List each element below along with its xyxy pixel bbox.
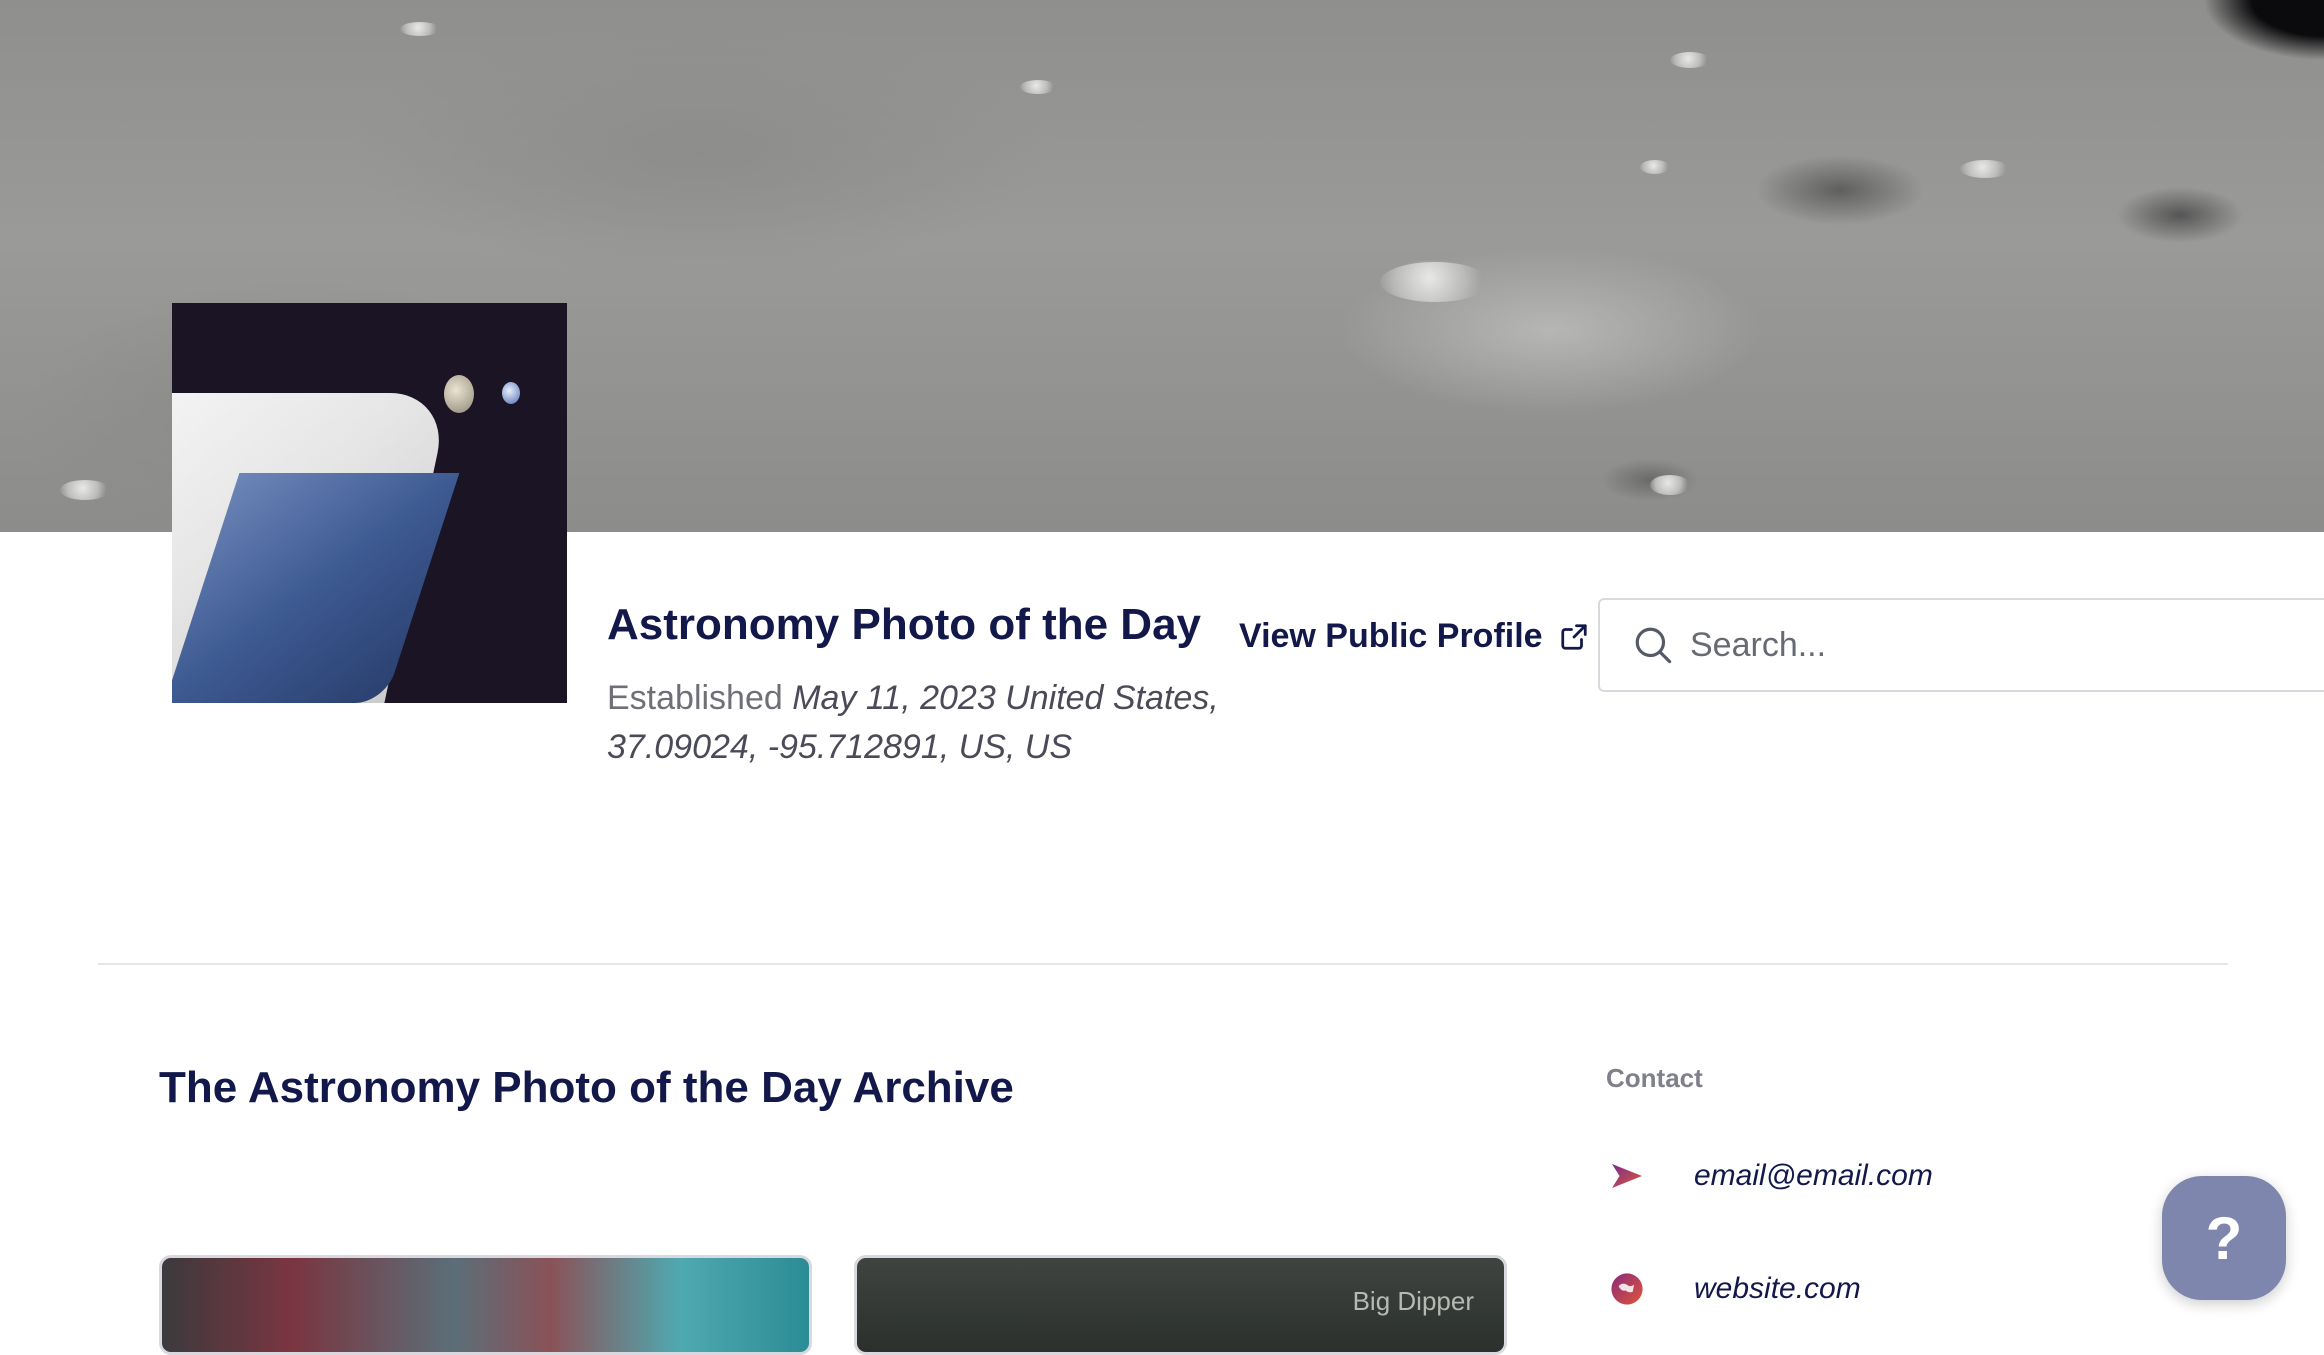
send-icon <box>1606 1155 1648 1197</box>
contact-website-text: website.com <box>1694 1272 1861 1305</box>
crater <box>400 22 440 36</box>
crater <box>1960 160 2010 178</box>
search-icon <box>1635 627 1672 664</box>
external-link-icon <box>1560 623 1587 650</box>
contact-label: Contact <box>1606 1063 1703 1093</box>
organization-meta: Established May 11, 2023 United States, … <box>607 674 1227 772</box>
archive-card-label: Big Dipper <box>1352 1286 1474 1316</box>
moon-illustration <box>444 375 474 413</box>
page-title: Astronomy Photo of the Day <box>607 600 1202 649</box>
crater <box>1670 52 1710 68</box>
crater <box>1650 475 1690 495</box>
contact-email-text: email@email.com <box>1694 1159 1933 1192</box>
archive-card[interactable] <box>159 1255 812 1355</box>
help-button-label: ? <box>2205 1204 2243 1272</box>
view-public-profile-label: View Public Profile <box>1239 617 1543 655</box>
globe-icon <box>1606 1268 1648 1310</box>
crater <box>1640 160 1670 174</box>
archive-card[interactable]: Big Dipper <box>854 1255 1507 1355</box>
established-label: Established <box>607 679 783 717</box>
contact-website[interactable]: website.com <box>1606 1268 1861 1310</box>
organization-avatar <box>172 303 567 703</box>
crater <box>60 480 110 500</box>
contact-email[interactable]: email@email.com <box>1606 1155 1933 1197</box>
space-corner <box>2184 0 2324 70</box>
archive-title: The Astronomy Photo of the Day Archive <box>159 1063 1014 1112</box>
crater <box>1020 80 1056 94</box>
earth-illustration <box>502 382 520 404</box>
search-box[interactable] <box>1598 598 2324 692</box>
help-button[interactable]: ? <box>2162 1176 2286 1300</box>
section-divider <box>98 963 2228 965</box>
search-input[interactable] <box>1688 624 2192 666</box>
crater <box>1380 262 1490 302</box>
view-public-profile-link[interactable]: View Public Profile <box>1239 617 1589 656</box>
